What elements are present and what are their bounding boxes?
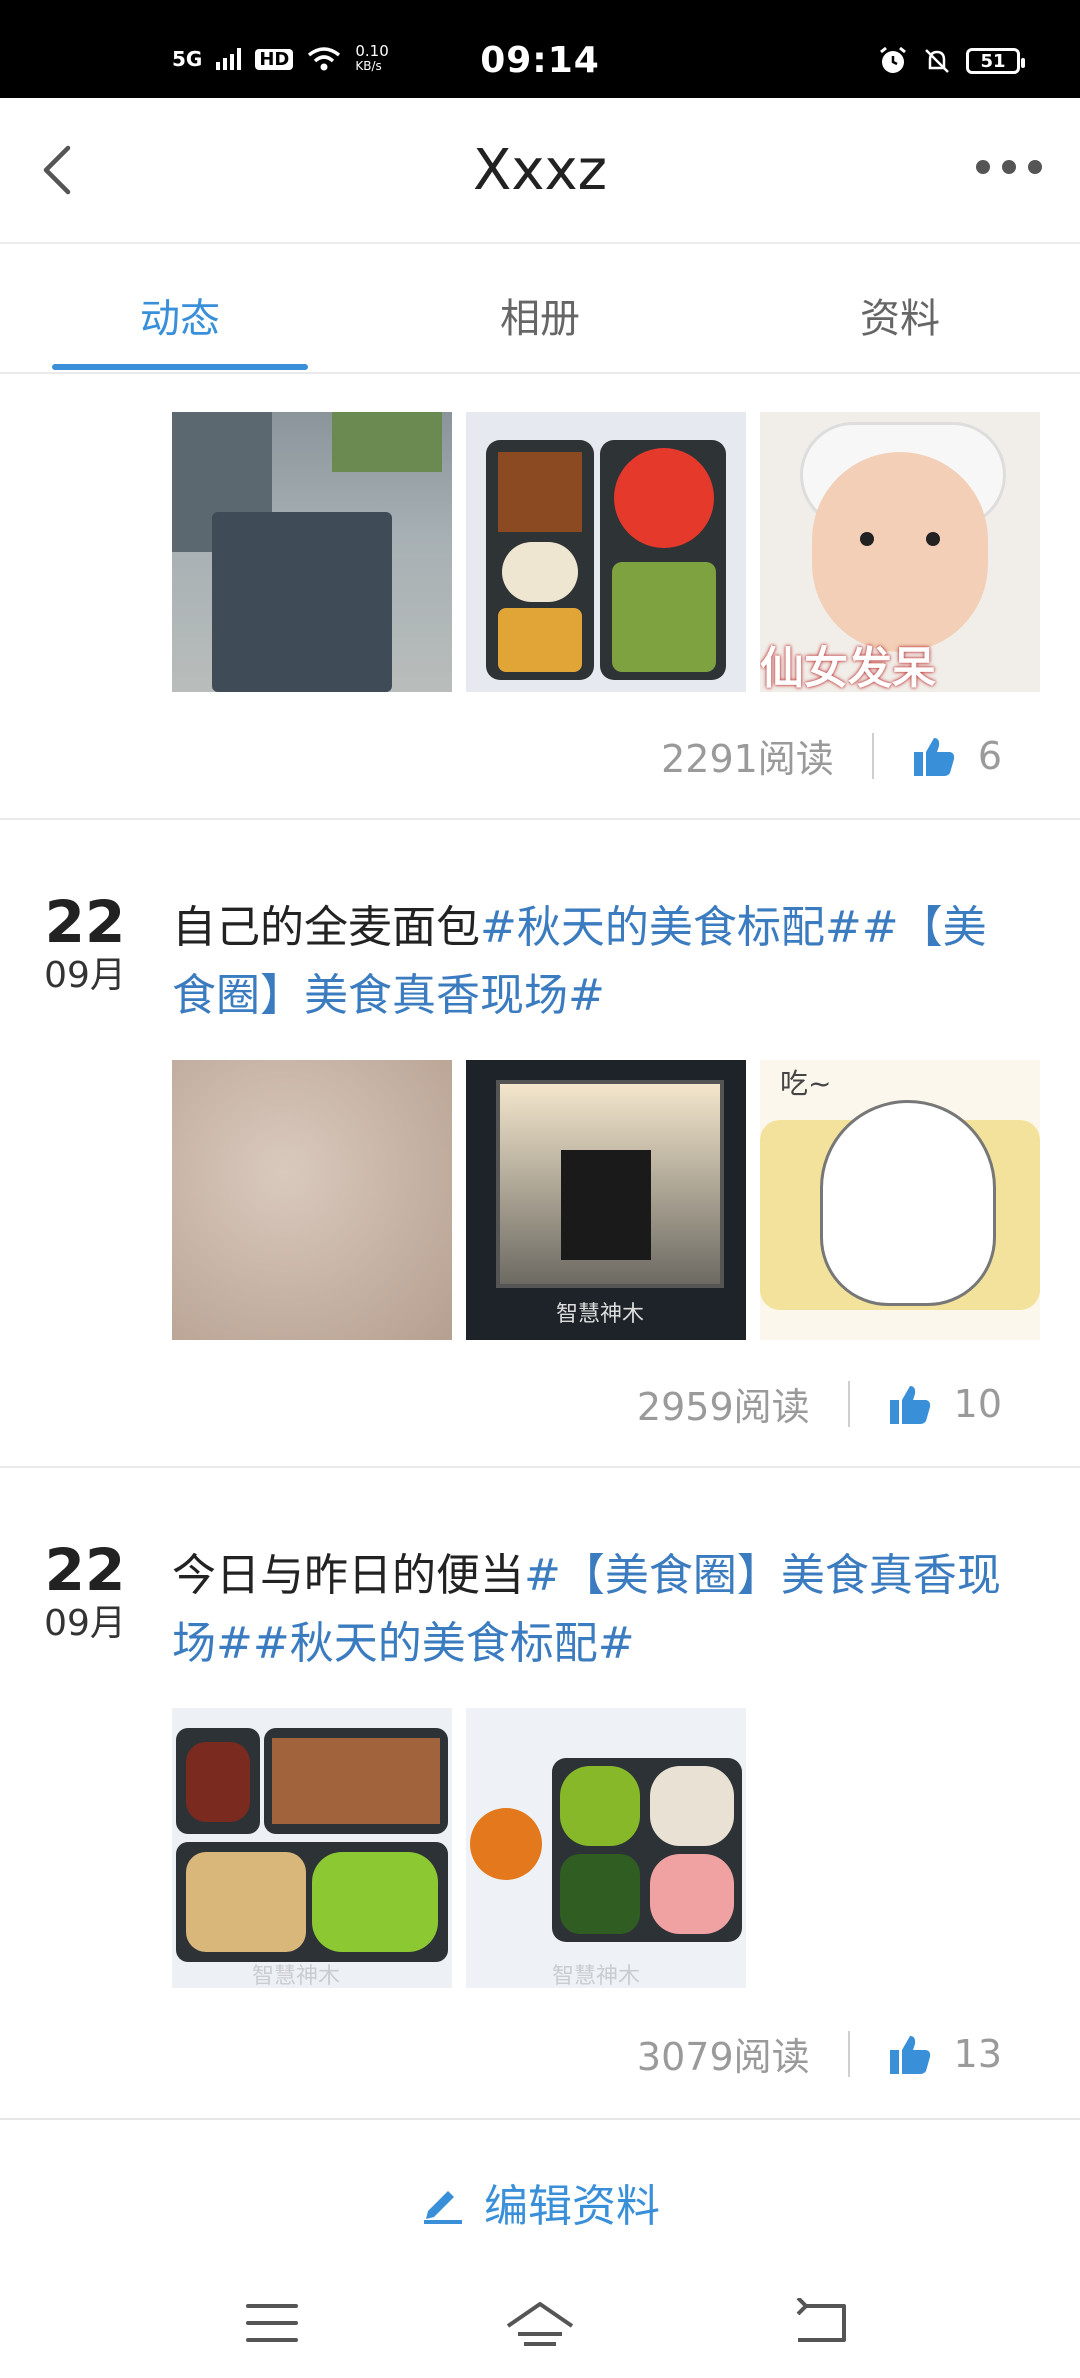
menu-icon[interactable] [244,2298,300,2348]
status-bar: 5G HD 0.10 KB/s 09:14 51 [0,0,1080,98]
status-right: 51 [878,46,1025,76]
post-image[interactable] [466,412,746,692]
post-image[interactable]: 智慧神木 [466,1708,746,1988]
post-date: 22 09月 [40,890,130,998]
thumbs-up-icon [913,737,954,776]
post-text[interactable]: 今日与昨日的便当#【美食圈】美食真香现场##秋天的美食标配# [172,1542,1012,1678]
meme-caption: 吃~ [780,1067,832,1100]
post-item[interactable]: 22 09月 今日与昨日的便当#【美食圈】美食真香现场##秋天的美食标配# 智慧… [0,1468,1080,2118]
post-image[interactable]: 智慧神木 [172,1708,452,1988]
post-date: 22 09月 [40,1538,130,1646]
image-watermark: 智慧神木 [252,1964,341,1988]
read-count: 3079阅读 [636,2035,810,2079]
post-image[interactable]: 吃~ [760,1060,1040,1340]
like-button[interactable]: 13 [888,2032,1002,2076]
edit-profile-button[interactable]: 编辑资料 [0,2170,1080,2234]
thumbs-up-icon [889,1385,930,1424]
post-image[interactable] [172,1060,452,1340]
post-meta: 3079阅读 13 [637,2026,1002,2081]
tab-album[interactable]: 相册 [360,286,720,344]
thumbs-up-icon [889,2035,930,2074]
post-month: 09月 [44,1603,126,1644]
mute-icon [925,49,949,73]
post-meta: 2959阅读 10 [637,1376,1002,1431]
system-nav-bar [0,2298,1080,2368]
page-title: Xxxz [472,138,608,203]
image-watermark: 智慧神木 [556,1302,645,1327]
like-count: 10 [953,1381,1002,1426]
like-button[interactable]: 10 [888,1382,1002,1426]
like-count: 6 [977,733,1002,778]
post-item[interactable]: 22 09月 自己的全麦面包#秋天的美食标配##【美食圈】美食真香现场# 智慧神… [0,820,1080,1468]
post-day: 22 [44,1536,126,1604]
post-text-plain: 自己的全麦面包 [172,902,480,953]
post-meta: 2291阅读 6 [661,728,1002,783]
meme-caption: 仙女发呆 [760,643,936,692]
image-watermark: 智慧神木 [552,1964,641,1988]
bottom-bar: 编辑资料 [0,2118,1080,2378]
tab-dynamics[interactable]: 动态 [0,286,360,344]
read-count: 2959阅读 [636,1385,810,1429]
active-tab-indicator [52,364,308,370]
like-count: 13 [953,2031,1002,2076]
post-image[interactable]: 仙女发呆 [760,412,1040,692]
more-options-icon[interactable] [976,160,1042,174]
tab-profile[interactable]: 资料 [720,286,1080,344]
like-button[interactable]: 6 [912,734,1002,778]
top-nav-bar: Xxxz [0,98,1080,244]
post-month: 09月 [44,955,126,996]
pencil-icon [424,2191,462,2224]
battery-level: 51 [980,50,1006,72]
alarm-icon [880,46,906,73]
post-image[interactable] [172,412,452,692]
post-image[interactable]: 智慧神木 [466,1060,746,1340]
post-text[interactable]: 自己的全麦面包#秋天的美食标配##【美食圈】美食真香现场# [172,894,1012,1030]
post-text-plain: 今日与昨日的便当 [172,1550,524,1601]
battery-indicator: 51 [966,48,1025,74]
post-day: 22 [44,888,126,956]
edit-profile-label: 编辑资料 [484,2181,660,2232]
home-icon[interactable] [502,2298,578,2354]
post-item[interactable]: 仙女发呆 2291阅读 6 [0,374,1080,820]
tab-bar: 动态 相册 资料 [0,244,1080,374]
read-count: 2291阅读 [661,737,834,781]
back-nav-icon[interactable] [792,2298,852,2348]
